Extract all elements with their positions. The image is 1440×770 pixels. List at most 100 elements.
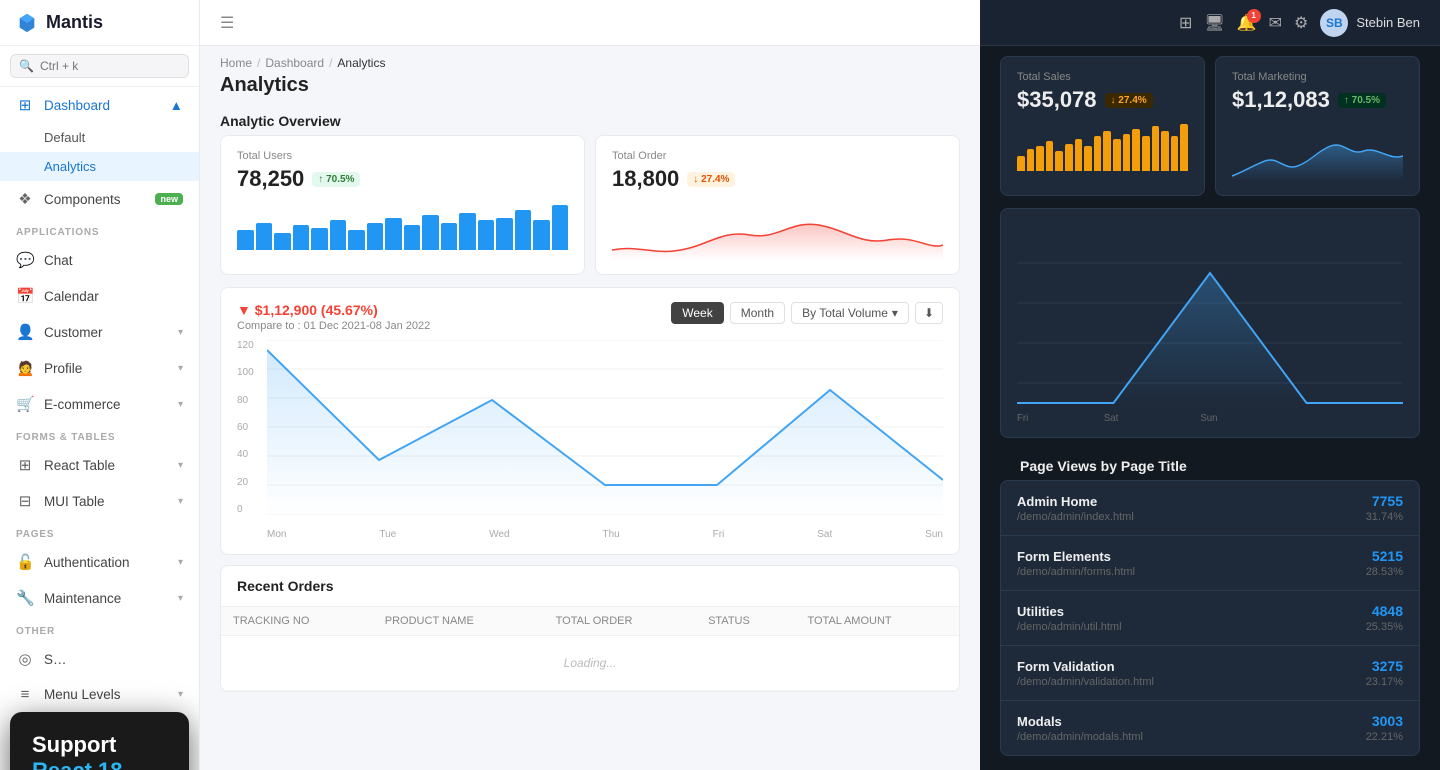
gear-icon[interactable]: ⚙ [1294, 13, 1308, 33]
sidebar-item-chat[interactable]: 💬 Chat [0, 242, 199, 278]
section-other: Other [0, 616, 199, 641]
hamburger-icon[interactable]: ☰ [220, 13, 234, 33]
mui-table-icon: ⊟ [16, 492, 34, 510]
bar [478, 220, 495, 250]
pv-pct-3: 25.35% [1366, 621, 1403, 633]
sidebar-child-default[interactable]: Default [0, 123, 199, 152]
total-order-chart [612, 200, 943, 260]
sidebar-item-authentication[interactable]: 🔓 Authentication ▾ [0, 544, 199, 580]
bar [293, 225, 310, 250]
col-order: TOTAL ORDER [544, 607, 696, 636]
pv-row-form-validation: Form Validation /demo/admin/validation.h… [1001, 646, 1419, 701]
support-subtitle: React 18 [32, 758, 167, 770]
dark-income-wrap: Fri Sat Sun [980, 208, 1440, 448]
pv-page-3: Utilities [1017, 604, 1122, 619]
section-applications: Applications [0, 217, 199, 242]
page-views-title: Page Views by Page Title [1000, 448, 1420, 480]
sidebar-mui-table-label: MUI Table [44, 494, 168, 509]
sidebar-item-react-table[interactable]: ⊞ React Table ▾ [0, 447, 199, 483]
total-users-chart [237, 200, 568, 250]
sidebar-item-mui-table[interactable]: ⊟ MUI Table ▾ [0, 483, 199, 519]
total-sales-value: $35,078 ↓ 27.4% [1017, 87, 1188, 113]
total-sales-label: Total Sales [1017, 71, 1188, 83]
sidebar-item-menu-levels[interactable]: ≡ Menu Levels ▾ [0, 677, 199, 712]
total-order-card: Total Order 18,800 ↓ 27.4% [595, 135, 960, 275]
bar [459, 213, 476, 251]
income-section: ▼ $1,12,900 (45.67%) Compare to : 01 Dec… [200, 287, 980, 565]
sidebar-item-components[interactable]: ❖ Components new [0, 181, 199, 217]
sidebar-chat-label: Chat [44, 253, 183, 268]
bell-icon-wrap[interactable]: 🔔 1 [1237, 13, 1257, 33]
section-pages: Pages [0, 519, 199, 544]
total-users-label: Total Users [237, 150, 568, 162]
breadcrumb-sep2: / [329, 56, 332, 70]
sample-icon: ◎ [16, 650, 34, 668]
pv-url-5: /demo/admin/modals.html [1017, 731, 1143, 743]
col-amount: TOTAL AMOUNT [795, 607, 959, 636]
total-marketing-chart [1232, 121, 1403, 181]
btn-volume[interactable]: By Total Volume ▾ [791, 302, 909, 324]
total-sales-badge: ↓ 27.4% [1105, 93, 1153, 108]
pv-page-2: Form Elements [1017, 549, 1135, 564]
user-avatar-wrap[interactable]: SB Stebin Ben [1320, 9, 1420, 37]
notif-badge: 1 [1247, 9, 1261, 23]
total-users-value: 78,250 ↑ 70.5% [237, 166, 568, 192]
react-table-icon: ⊞ [16, 456, 34, 474]
btn-month[interactable]: Month [730, 302, 785, 324]
grid-icon[interactable]: ⊞ [1179, 13, 1192, 33]
bar [552, 205, 569, 250]
main-light: ☰ Home / Dashboard / Analytics Analytics… [200, 0, 980, 770]
sidebar-item-ecommerce[interactable]: 🛒 E-commerce ▾ [0, 386, 199, 422]
svg-text:Fri: Fri [1017, 413, 1028, 423]
analytic-cards-row: Total Users 78,250 ↑ 70.5% [200, 135, 980, 287]
total-sales-chart [1017, 121, 1188, 171]
breadcrumb-dashboard[interactable]: Dashboard [265, 56, 324, 70]
sidebar-item-maintenance[interactable]: 🔧 Maintenance ▾ [0, 580, 199, 616]
pv-row-form-elements: Form Elements /demo/admin/forms.html 521… [1001, 536, 1419, 591]
total-users-card: Total Users 78,250 ↑ 70.5% [220, 135, 585, 275]
total-marketing-value: $1,12,083 ↑ 70.5% [1232, 87, 1403, 113]
sidebar-react-table-label: React Table [44, 458, 168, 473]
sidebar-customer-label: Customer [44, 325, 168, 340]
table-row: Loading... [221, 636, 959, 691]
pv-url-4: /demo/admin/validation.html [1017, 676, 1154, 688]
mail-icon[interactable]: ✉ [1269, 13, 1282, 33]
new-badge: new [155, 193, 183, 205]
sidebar-item-dashboard[interactable]: ⊞ Dashboard ▲ [0, 87, 199, 123]
btn-download[interactable]: ⬇ [915, 302, 943, 324]
x-axis-labels: Mon Tue Wed Thu Fri Sat Sun [267, 529, 943, 540]
ecommerce-icon: 🛒 [16, 395, 34, 413]
total-marketing-badge: ↑ 70.5% [1338, 93, 1386, 108]
sidebar-item-sample[interactable]: ◎ S… [0, 641, 199, 677]
search-input[interactable] [40, 59, 180, 73]
total-order-label: Total Order [612, 150, 943, 162]
sidebar-item-calendar[interactable]: 📅 Calendar [0, 278, 199, 314]
btn-week[interactable]: Week [671, 302, 723, 324]
section-forms: Forms & Tables [0, 422, 199, 447]
dark-section-header [980, 46, 1440, 56]
chevron-down-icon3: ▾ [178, 399, 183, 410]
income-line-chart: 120 100 80 60 40 20 0 [237, 340, 943, 540]
monitor-icon[interactable]: 🖥 [1204, 13, 1224, 33]
page-title: Analytics [200, 70, 980, 107]
bar [311, 228, 328, 251]
sidebar-auth-label: Authentication [44, 555, 168, 570]
sidebar-item-profile[interactable]: 🙍 Profile ▾ [0, 350, 199, 386]
breadcrumb-home[interactable]: Home [220, 56, 252, 70]
search-bar[interactable]: 🔍 [10, 54, 189, 78]
main-wrapper: ☰ Home / Dashboard / Analytics Analytics… [200, 0, 1440, 770]
chevron-down-icon8: ▾ [178, 689, 183, 700]
pv-url-2: /demo/admin/forms.html [1017, 566, 1135, 578]
sidebar-item-customer[interactable]: 👤 Customer ▾ [0, 314, 199, 350]
breadcrumb-sep1: / [257, 56, 260, 70]
sidebar-search-wrap: 🔍 [0, 46, 199, 87]
pv-url-1: /demo/admin/index.html [1017, 511, 1134, 523]
pv-pct-2: 28.53% [1366, 566, 1403, 578]
dark-income-chart: Fri Sat Sun [1017, 223, 1403, 423]
sidebar-child-analytics[interactable]: Analytics [0, 152, 199, 181]
calendar-icon: 📅 [16, 287, 34, 305]
sidebar-ecommerce-label: E-commerce [44, 397, 168, 412]
pv-row-modals: Modals /demo/admin/modals.html 3003 22.2… [1001, 701, 1419, 755]
chevron-down-icon4: ▾ [178, 460, 183, 471]
support-popup[interactable]: Support React 18 [10, 712, 189, 770]
